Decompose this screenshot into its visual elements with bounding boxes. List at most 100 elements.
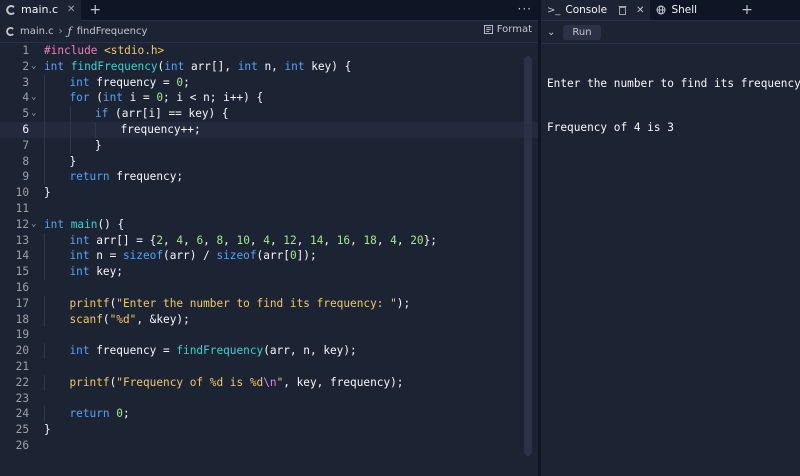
editor-scrollbar[interactable]	[524, 56, 532, 456]
code-token: n,	[264, 59, 285, 73]
code-line[interactable]: 16	[0, 280, 538, 296]
indent-guide	[44, 137, 45, 154]
code-token: (	[96, 91, 103, 105]
tab-console[interactable]: >_ Console ✕	[541, 0, 651, 20]
code-line[interactable]: 10}	[0, 185, 538, 201]
console-tabbar: >_ Console ✕ Shell +	[541, 0, 800, 21]
code-editor[interactable]: 1 #include <stdio.h> 2 ⌄ int findFrequency(i…	[0, 43, 538, 476]
chevron-down-icon[interactable]: ⌄	[547, 27, 555, 38]
console-output[interactable]: Enter the number to find its frequency: …	[541, 44, 800, 168]
code-token: int	[44, 59, 71, 73]
code-line[interactable]: 24 return 0;	[0, 406, 538, 423]
code-line[interactable]: 25}	[0, 422, 538, 438]
chevron-right-icon: ›	[58, 26, 63, 37]
run-button[interactable]: Run	[563, 24, 601, 40]
tab-shell[interactable]: Shell	[650, 0, 703, 20]
breadcrumb-symbol[interactable]: findFrequency	[77, 26, 148, 37]
code-line[interactable]: 5 ⌄ if (arr[i] == key) {	[0, 106, 538, 122]
code-line[interactable]: 23	[0, 391, 538, 407]
code-line[interactable]: 20 int frequency = findFrequency(arr, n, …	[0, 343, 538, 359]
code-token: (	[102, 312, 110, 326]
code-token: int	[44, 217, 71, 231]
fold-chevron-icon[interactable]: ⌄	[31, 106, 36, 122]
console-pane: >_ Console ✕ Shell + ⌄ Run Enter the num…	[541, 0, 800, 476]
code-token: }	[44, 423, 51, 437]
code-line[interactable]: 18 scanf("%d", &key);	[0, 311, 538, 328]
new-tab-button[interactable]: +	[733, 0, 761, 20]
code-text: printf("Enter the number to find its fre…	[70, 296, 411, 312]
code-token: sizeof	[122, 249, 164, 263]
indent-guide	[44, 264, 45, 280]
code-line[interactable]: 9 return frequency;	[0, 169, 538, 186]
close-icon[interactable]: ✕	[636, 5, 644, 16]
indent-guide	[44, 311, 45, 328]
code-line[interactable]: 19	[0, 327, 538, 343]
code-token: 0	[116, 407, 123, 421]
code-token: return	[69, 407, 117, 421]
code-line[interactable]: 26	[0, 438, 538, 454]
code-token: ;	[183, 75, 190, 89]
code-token: i =	[129, 91, 157, 105]
code-line[interactable]: 22 printf("Frequency of %d is %d\n", key,…	[0, 374, 538, 391]
code-token: (arr) /	[163, 249, 217, 263]
indent-guide	[44, 106, 45, 122]
code-token: "Enter the number to find its frequency:…	[116, 296, 397, 310]
code-token: (arr, n, key);	[263, 344, 357, 358]
fold-chevron-icon[interactable]: ⌄	[31, 90, 36, 106]
code-line[interactable]: 4 ⌄ for (int i = 0; i < n; i++) {	[0, 90, 538, 107]
close-icon[interactable]: ✕	[67, 4, 75, 15]
code-line[interactable]: 3 int frequency = 0;	[0, 74, 538, 91]
line-number: 26	[15, 438, 29, 452]
format-button[interactable]: Format	[483, 24, 532, 35]
code-token: for	[69, 91, 97, 105]
code-token: "%d"	[109, 312, 137, 326]
code-token: }	[95, 138, 102, 152]
indent-guide	[95, 121, 96, 138]
indent-guide	[69, 137, 71, 154]
code-token: #include	[44, 44, 105, 57]
code-line[interactable]: 21	[0, 359, 538, 375]
line-number: 23	[15, 391, 29, 405]
output-line: Frequency of 4 is 3	[547, 120, 674, 134]
code-token: ,	[396, 233, 411, 247]
code-line[interactable]: 2 ⌄ int findFrequency(int arr[], int n, in…	[0, 59, 538, 75]
code-text: }	[70, 154, 77, 170]
trash-icon[interactable]	[618, 5, 627, 15]
fold-chevron-icon[interactable]: ⌄	[31, 59, 36, 75]
tab-label: main.c	[21, 3, 59, 16]
code-token: scanf	[69, 312, 103, 326]
code-token: int	[237, 59, 265, 73]
code-line[interactable]: 14 int n = sizeof(arr) / sizeof(arr[0]);	[0, 248, 538, 265]
code-line[interactable]: 12 ⌄ int main() {	[0, 217, 538, 233]
c-file-icon	[6, 4, 15, 15]
line-number: 6	[22, 122, 29, 136]
function-icon: ƒ	[67, 25, 72, 38]
new-tab-button[interactable]: +	[81, 0, 109, 20]
indent-guide	[44, 248, 45, 265]
code-token: , key, frequency);	[283, 375, 404, 389]
tab-main-c[interactable]: main.c ✕	[0, 0, 82, 21]
more-options-icon[interactable]: ···	[518, 0, 532, 18]
indent-guide	[44, 90, 45, 107]
fold-chevron-icon[interactable]: ⌄	[31, 217, 36, 233]
code-line[interactable]: 13 int arr[] = {2, 4, 6, 8, 10, 4, 12, 14…	[0, 232, 538, 249]
code-text: int frequency = 0;	[70, 75, 190, 91]
code-line[interactable]: 7}	[0, 137, 538, 154]
code-text: if (arr[i] == key) {	[95, 106, 229, 122]
code-text: int arr[] = {2, 4, 6, 8, 10, 4, 12, 14, …	[70, 233, 437, 249]
code-line[interactable]: 1 #include <stdio.h>	[0, 43, 538, 59]
breadcrumb-file[interactable]: main.c	[20, 26, 54, 37]
code-line[interactable]: 6 frequency++;	[0, 121, 538, 138]
code-line[interactable]: 8}	[0, 153, 538, 170]
code-line[interactable]: 17 printf("Enter the number to find its f…	[0, 295, 538, 312]
code-text: int n = sizeof(arr) / sizeof(arr[0]);	[70, 248, 317, 264]
code-token: 4	[390, 233, 397, 247]
code-token: 12	[283, 233, 297, 247]
line-number: 25	[15, 423, 29, 437]
code-token: frequency =	[96, 344, 177, 358]
code-token: ,	[350, 233, 364, 247]
code-line[interactable]: 11	[0, 201, 538, 217]
code-token: int	[69, 249, 97, 263]
code-line[interactable]: 15 int key;	[0, 264, 538, 280]
code-token: };	[423, 233, 437, 247]
